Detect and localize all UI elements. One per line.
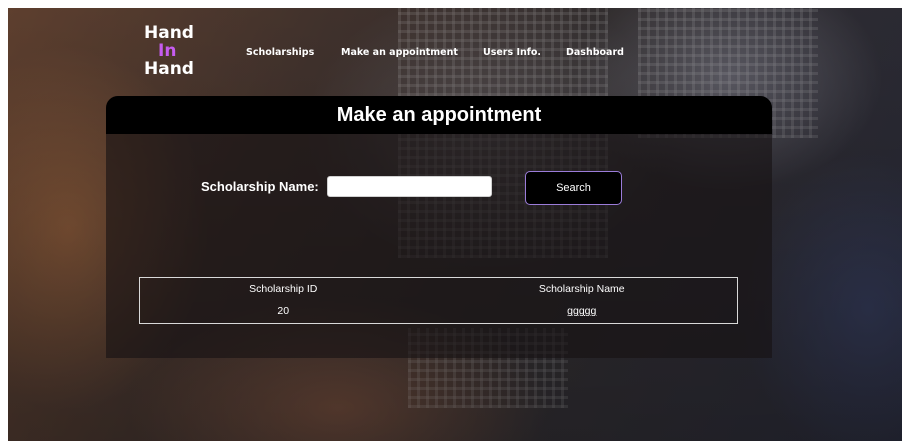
nav-item-users-info[interactable]: Users Info. <box>483 47 541 58</box>
scholarship-name-link[interactable]: ggggg <box>567 305 596 317</box>
column-header-scholarship-id: Scholarship ID <box>249 282 318 295</box>
panel-header: Make an appointment <box>106 96 772 134</box>
scholarship-name-cell: ggggg <box>427 300 738 324</box>
page-title: Make an appointment <box>336 103 542 126</box>
search-button[interactable]: Search <box>525 171 622 205</box>
nav-item-dashboard[interactable]: Dashboard <box>566 47 624 58</box>
scholarship-name-input[interactable] <box>327 176 492 197</box>
appointment-panel: Make an appointment Scholarship Name: Se… <box>106 96 772 358</box>
nav-item-scholarships[interactable]: Scholarships <box>246 47 314 58</box>
logo-line-2: In <box>158 41 177 61</box>
logo-line-3: Hand <box>144 59 194 79</box>
table-header-row: Scholarship ID Scholarship Name <box>140 278 738 300</box>
table-row: 20 ggggg <box>140 300 738 324</box>
scholarship-id-cell: 20 <box>277 305 290 318</box>
nav-item-make-appointment[interactable]: Make an appointment <box>341 47 458 58</box>
scholarship-table: Scholarship ID Scholarship Name 20 ggggg <box>139 277 738 324</box>
scholarship-name-label: Scholarship Name: <box>201 179 319 194</box>
logo-line-1: Hand <box>144 23 194 43</box>
column-header-scholarship-name: Scholarship Name <box>538 282 625 295</box>
site-logo[interactable]: Hand In Hand <box>144 24 204 78</box>
